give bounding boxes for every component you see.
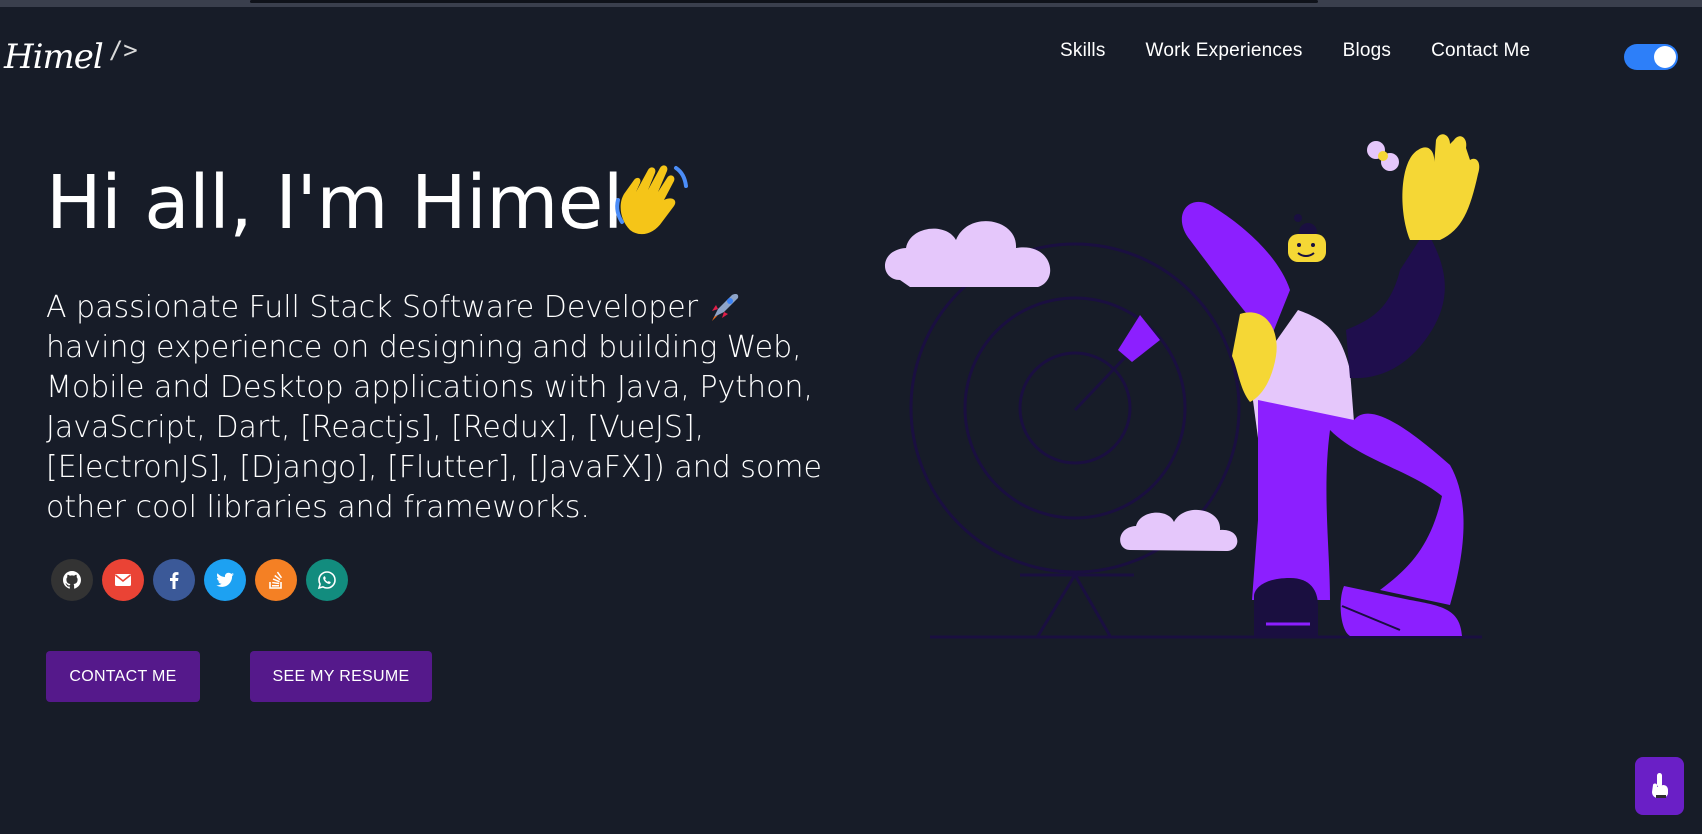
twitter-link[interactable] xyxy=(204,559,246,601)
developer-illustration xyxy=(884,134,1482,639)
nav-work-experiences[interactable]: Work Experiences xyxy=(1146,40,1303,62)
facebook-icon xyxy=(170,572,179,589)
main-nav: Skills Work Experiences Blogs Contact Me xyxy=(1060,40,1570,62)
email-link[interactable] xyxy=(102,559,144,601)
see-my-resume-button[interactable]: SEE MY RESUME xyxy=(250,651,432,702)
pointing-hand-icon xyxy=(1651,773,1668,798)
character xyxy=(1181,134,1480,636)
nav-blogs[interactable]: Blogs xyxy=(1343,40,1392,62)
hero-description: A passionate Full Stack Software Develop… xyxy=(46,288,846,528)
top-scroll-bar xyxy=(0,0,1702,7)
github-link[interactable] xyxy=(51,559,93,601)
nav-contact-me[interactable]: Contact Me xyxy=(1431,40,1530,62)
nav-skills[interactable]: Skills xyxy=(1060,40,1106,62)
logo-tag: /> xyxy=(108,36,138,64)
toggle-knob xyxy=(1654,46,1676,68)
stackoverflow-icon xyxy=(269,571,283,589)
whatsapp-link[interactable] xyxy=(306,559,348,601)
twitter-icon xyxy=(216,572,234,587)
scroll-action-button[interactable] xyxy=(1635,757,1684,815)
email-icon xyxy=(115,574,131,586)
cloud-large xyxy=(884,221,1051,287)
rocket-icon xyxy=(711,294,738,321)
hero-description-lead: A passionate Full Stack Software Develop… xyxy=(46,290,699,325)
waving-hand-icon xyxy=(615,165,688,235)
hero-title: Hi all, I'm Himel xyxy=(46,160,623,246)
hero-description-rest: having experience on designing and build… xyxy=(46,330,822,525)
stackoverflow-link[interactable] xyxy=(255,559,297,601)
facebook-link[interactable] xyxy=(153,559,195,601)
cloud-small xyxy=(1120,509,1238,551)
whatsapp-icon xyxy=(317,571,336,590)
site-logo[interactable]: Himel /> xyxy=(4,34,138,80)
theme-toggle[interactable] xyxy=(1624,44,1678,70)
logo-signature: Himel xyxy=(4,37,104,77)
target-board xyxy=(909,242,1241,637)
contact-me-button[interactable]: CONTACT ME xyxy=(46,651,200,702)
social-links xyxy=(51,559,348,601)
github-icon xyxy=(63,571,81,589)
